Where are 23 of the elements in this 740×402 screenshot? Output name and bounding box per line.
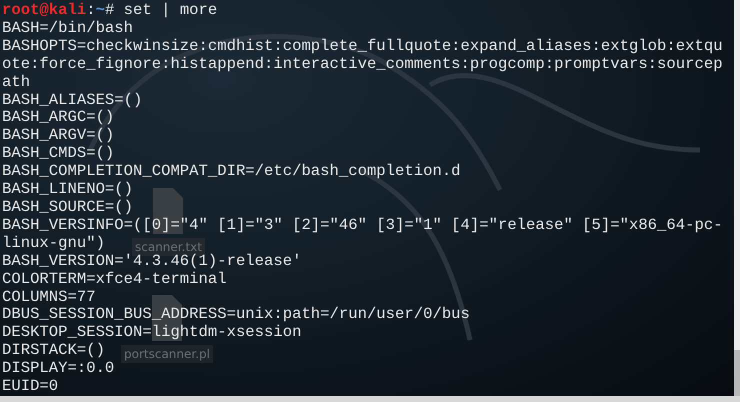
output-line: BASH_ARGC=() (2, 109, 114, 128)
output-line: BASH_SOURCE=() (2, 198, 134, 217)
output-line: BASH=/bin/bash (2, 20, 134, 38)
output-line: BASH_LINENO=() (2, 181, 134, 199)
output-line: BASH_ALIASES=() (2, 92, 142, 110)
output-line: COLORTERM=xfce4-terminal (2, 270, 227, 288)
output-line: BASHOPTS=checkwinsize:cmdhist:complete_fullquote:expand_aliases:extglob:extqu (2, 38, 723, 56)
output-line: COLUMNS=77 (2, 288, 96, 306)
prompt-line: root@kali:~# set | more (2, 2, 218, 20)
output-line: DBUS_SESSION_BUS_ADDRESS=unix:path=/run/user/0/bus (2, 306, 470, 324)
output-line: ath (2, 74, 30, 92)
scrollbar-thumb[interactable] (734, 350, 740, 396)
output-line: BASH_ARGV=() (2, 127, 114, 146)
output-line: DIRSTACK=() (2, 342, 105, 360)
output-line: DISPLAY=:0.0 (2, 360, 114, 378)
output-line: linux-gnu") (2, 234, 105, 253)
output-line: EUID=0 (2, 378, 58, 396)
output-line: BASH_COMPLETION_COMPAT_DIR=/etc/bash_completion.d (2, 163, 461, 182)
output-line: ote:force_fignore:histappend:interactive_comments:progcomp:promptvars:sourcep (2, 56, 723, 74)
output-line: BASH_VERSINFO=([0]="4" [1]="3" [2]="46" [3]="1" [4]="release" [5]="x86_64-pc- (2, 216, 723, 235)
output-line: DESKTOP_SESSION=lightdm-xsession (2, 324, 302, 342)
file-name[interactable]: portscanner.pl (121, 345, 213, 363)
output-line: BASH_CMDS=() (2, 145, 114, 164)
